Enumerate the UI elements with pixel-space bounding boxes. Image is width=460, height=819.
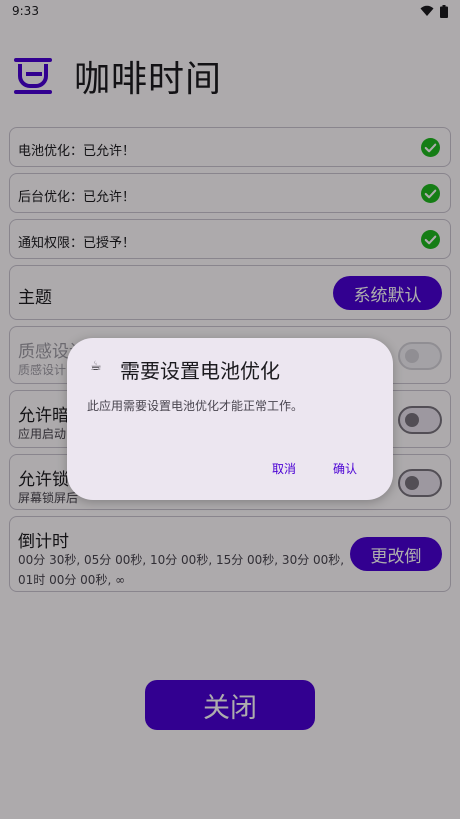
dialog-message: 此应用需要设置电池优化才能正常工作。 — [87, 399, 304, 413]
battery-optimization-dialog: ☕ 需要设置电池优化 此应用需要设置电池优化才能正常工作。 取消 确认 — [67, 338, 393, 500]
confirm-button[interactable]: 确认 — [333, 460, 357, 477]
cancel-button[interactable]: 取消 — [272, 460, 296, 477]
dialog-title: 需要设置电池优化 — [120, 359, 280, 383]
coffee-icon: ☕ — [90, 359, 102, 374]
